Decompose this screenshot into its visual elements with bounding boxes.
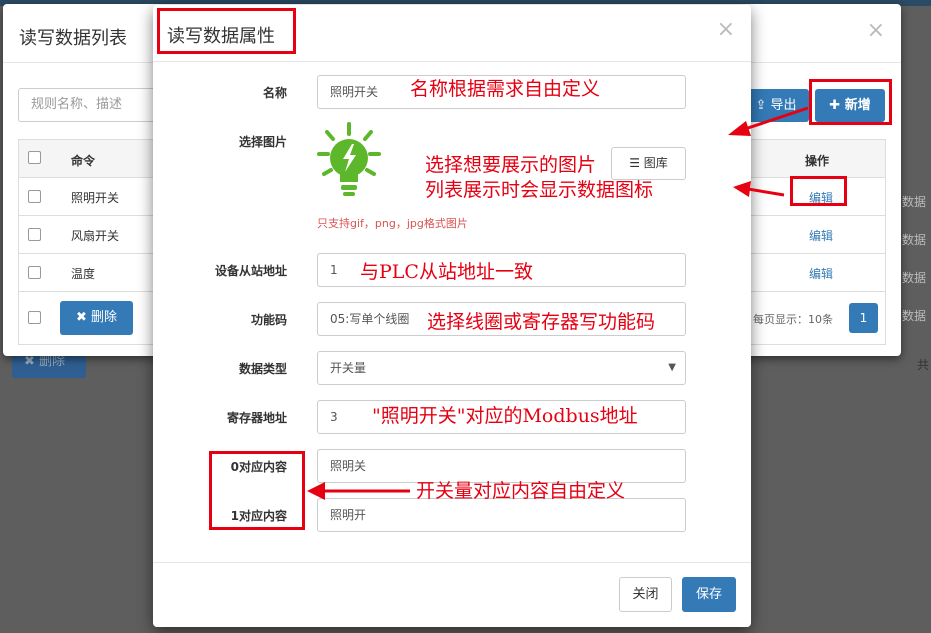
annotation-arrows xyxy=(307,106,809,500)
